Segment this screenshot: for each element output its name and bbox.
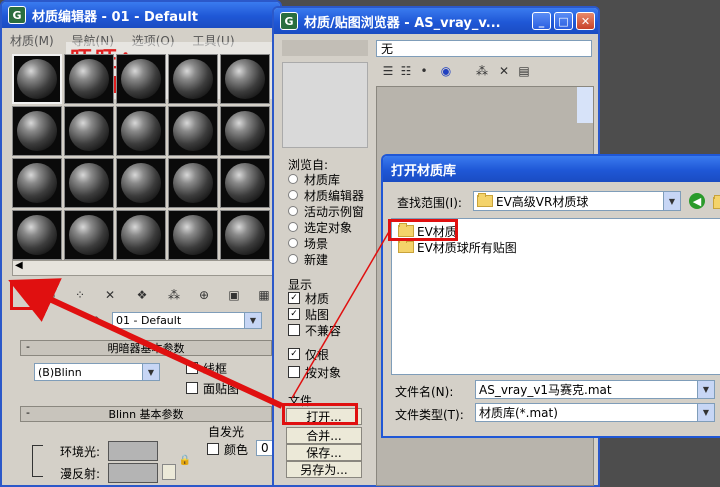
arrow-to-folder — [291, 229, 391, 399]
arrow-to-open — [8, 278, 284, 409]
annotation-arrows — [8, 229, 391, 409]
